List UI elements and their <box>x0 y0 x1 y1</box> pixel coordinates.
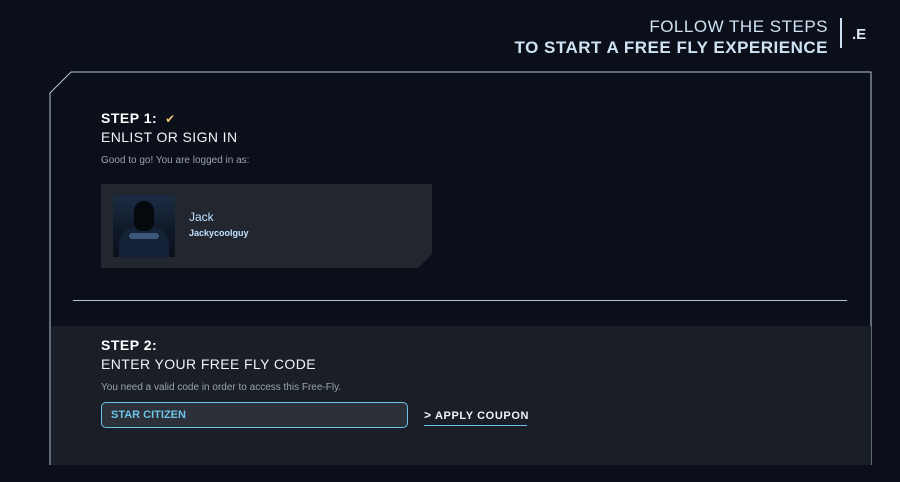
chevron-right-icon: > <box>424 408 432 422</box>
step-2-section: STEP 2: ENTER YOUR FREE FLY CODE You nee… <box>101 337 341 393</box>
step-1-subtitle: ENLIST OR SIGN IN <box>101 129 238 145</box>
step-1-title: STEP 1: ✔ <box>101 110 249 126</box>
user-card: Jack Jackycoolguy <box>101 184 432 268</box>
section-divider <box>73 300 847 301</box>
logo: .E <box>852 26 867 43</box>
user-handle: Jackycoolguy <box>189 228 249 238</box>
free-fly-code-input[interactable] <box>101 402 408 428</box>
apply-coupon-button[interactable]: > APPLY COUPON <box>424 406 530 426</box>
apply-coupon-label: APPLY COUPON <box>435 410 530 422</box>
step-2-title: STEP 2: <box>101 337 158 353</box>
header-steps: FOLLOW THE STEPS TO START A FREE FLY EXP… <box>515 16 829 58</box>
checkmark-icon: ✔ <box>165 112 176 126</box>
step-2-subtitle: ENTER YOUR FREE FLY CODE <box>101 356 316 372</box>
step-1-note: Good to go! You are logged in as: <box>101 155 250 166</box>
step-2-note: You need a valid code in order to access… <box>101 382 342 393</box>
step-1-section: STEP 1: ✔ ENLIST OR SIGN IN Good to go! Y… <box>101 110 249 166</box>
header-divider <box>840 18 842 48</box>
header-line-2: TO START A FREE FLY EXPERIENCE <box>514 38 828 57</box>
header-line-1: FOLLOW THE STEPS <box>649 17 828 36</box>
user-name: Jack <box>189 210 214 224</box>
avatar <box>113 195 175 257</box>
step-1-label: STEP 1: <box>101 110 158 126</box>
